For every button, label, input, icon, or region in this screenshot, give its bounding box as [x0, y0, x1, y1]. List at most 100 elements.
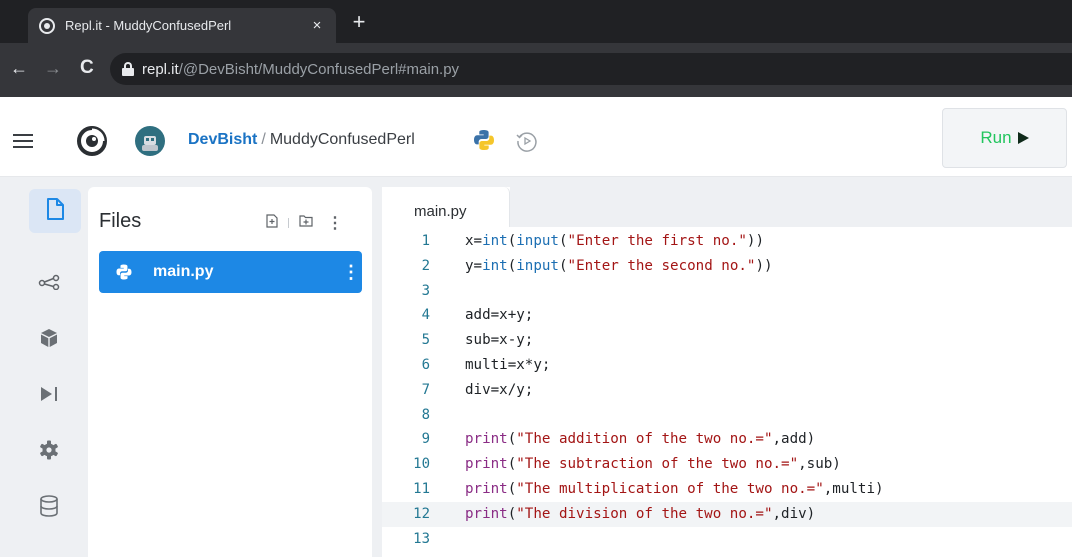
- replit-favicon-icon: [39, 17, 55, 34]
- code-line[interactable]: 8: [382, 403, 1072, 428]
- sidebar-rail: [0, 177, 88, 557]
- add-folder-icon[interactable]: [299, 214, 313, 232]
- code-token: )): [746, 233, 764, 249]
- code-token: multi=x*y;: [465, 356, 551, 373]
- browser-tab-title: Repl.it - MuddyConfusedPerl: [65, 18, 232, 33]
- url-host: repl.it: [142, 60, 179, 78]
- code-text: sub=x-y;: [465, 328, 533, 353]
- sidebar-item-database[interactable]: [29, 486, 69, 530]
- code-line[interactable]: 11 print("The multiplication of the two n…: [382, 477, 1072, 502]
- code-text: multi=x*y;: [465, 353, 550, 378]
- code-token: int: [482, 233, 508, 249]
- code-line[interactable]: 13: [382, 527, 1072, 552]
- breadcrumb-user-link[interactable]: DevBisht: [188, 131, 257, 148]
- actions-divider: [288, 218, 289, 228]
- line-number: 10: [413, 456, 430, 473]
- url-path: /@DevBisht/MuddyConfusedPerl#main.py: [178, 60, 460, 78]
- files-panel: Files ⋮ main.py ⋮: [88, 187, 372, 557]
- menu-icon[interactable]: [13, 134, 33, 148]
- code-token: "The division of the two no.=": [516, 505, 773, 522]
- packages-icon: [39, 328, 59, 353]
- address-bar[interactable]: repl.it/@DevBisht/MuddyConfusedPerl#main…: [110, 53, 1072, 85]
- line-number: 8: [421, 406, 430, 423]
- editor-tab-main-py[interactable]: main.py: [382, 187, 510, 227]
- python-language-icon: [472, 128, 496, 152]
- add-file-icon[interactable]: [266, 213, 278, 233]
- code-token: y=: [465, 257, 483, 274]
- code-token: (: [558, 233, 568, 249]
- code-text: print("The multiplication of the two no.…: [465, 477, 884, 502]
- line-number: 11: [413, 480, 430, 497]
- history-icon[interactable]: [515, 129, 539, 153]
- breadcrumb: DevBisht / MuddyConfusedPerl: [188, 131, 415, 149]
- database-icon: [39, 494, 59, 522]
- run-button-label: Run: [980, 128, 1012, 147]
- sidebar-item-settings[interactable]: [29, 430, 69, 474]
- code-token: (: [558, 257, 568, 274]
- code-line[interactable]: 10 print("The subtraction of the two no.=…: [382, 452, 1072, 477]
- code-line[interactable]: 3: [382, 279, 1072, 304]
- user-avatar[interactable]: [135, 126, 165, 156]
- code-token: (: [507, 480, 517, 497]
- sidebar-item-debugger[interactable]: [29, 374, 69, 418]
- run-button[interactable]: Run: [942, 108, 1067, 168]
- files-icon: [44, 197, 66, 226]
- python-file-icon: [115, 263, 133, 281]
- file-menu-icon[interactable]: ⋮: [340, 262, 362, 283]
- code-line[interactable]: 12 print("The division of the two no.=",d…: [382, 501, 1072, 527]
- line-number: 12: [413, 505, 430, 522]
- replit-logo-icon[interactable]: [76, 125, 108, 157]
- code-line[interactable]: 7 div=x/y;: [382, 378, 1072, 403]
- line-number: 6: [421, 356, 430, 373]
- code-token: ,div): [772, 505, 816, 522]
- editor-tab-label: main.py: [414, 203, 467, 220]
- code-token: input: [516, 257, 559, 274]
- debugger-icon: [39, 386, 59, 407]
- code-token: (: [507, 431, 517, 448]
- code-line[interactable]: 2 y=int(input("Enter the second no.")): [382, 254, 1072, 279]
- code-line[interactable]: 6 multi=x*y;: [382, 353, 1072, 378]
- back-arrow-icon[interactable]: ←: [10, 59, 28, 77]
- code-line[interactable]: 4 add=x+y;: [382, 303, 1072, 328]
- code-text: x=int(input("Enter the first no.")): [465, 229, 764, 254]
- workspace: Files ⋮ main.py ⋮ main.py 1 x=int(input(…: [0, 177, 1072, 557]
- code-line[interactable]: 1 x=int(input("Enter the first no.")): [382, 229, 1072, 254]
- code-text: print("The addition of the two no.=",add…: [465, 427, 815, 452]
- settings-icon: [39, 440, 59, 465]
- code-token: "The multiplication of the two no.=": [516, 480, 824, 497]
- code-token: "Enter the second no.": [567, 257, 756, 274]
- sidebar-item-files[interactable]: [29, 189, 81, 233]
- sidebar-item-packages[interactable]: [29, 318, 69, 362]
- file-item-main-py[interactable]: main.py ⋮: [99, 251, 362, 293]
- browser-tabstrip: Repl.it - MuddyConfusedPerl × +: [0, 0, 1072, 43]
- repl-header: DevBisht / MuddyConfusedPerl Run: [0, 97, 1072, 177]
- code-text: print("The division of the two no.=",div…: [465, 502, 815, 527]
- code-token: input: [516, 233, 559, 249]
- code-text: y=int(input("Enter the second no.")): [465, 254, 773, 279]
- line-number: 3: [421, 282, 430, 299]
- files-menu-icon[interactable]: ⋮: [327, 213, 343, 233]
- code-token: "Enter the first no.": [567, 233, 747, 249]
- code-token: print: [465, 480, 508, 497]
- files-panel-title: Files: [99, 210, 142, 232]
- close-tab-icon[interactable]: ×: [304, 17, 330, 34]
- lock-icon[interactable]: [122, 62, 134, 76]
- files-actions: ⋮: [266, 213, 343, 233]
- new-tab-icon[interactable]: +: [348, 11, 370, 33]
- repl-name[interactable]: MuddyConfusedPerl: [270, 131, 415, 148]
- code-token: sub=x-y;: [465, 332, 534, 349]
- forward-arrow-icon[interactable]: →: [44, 59, 62, 77]
- code-token: ,sub): [798, 456, 841, 473]
- code-token: ,multi): [823, 480, 884, 497]
- code-text: print("The subtraction of the two no.=",…: [465, 452, 841, 477]
- reload-icon[interactable]: C: [80, 58, 94, 77]
- breadcrumb-separator: /: [261, 131, 266, 148]
- browser-tab[interactable]: Repl.it - MuddyConfusedPerl ×: [28, 8, 336, 43]
- code-editor[interactable]: 1 x=int(input("Enter the first no.")) 2 y=i…: [382, 229, 1072, 551]
- code-token: print: [465, 456, 508, 473]
- code-line[interactable]: 5 sub=x-y;: [382, 328, 1072, 353]
- sidebar-item-share[interactable]: [29, 262, 69, 306]
- code-line[interactable]: 9 print("The addition of the two no.=",ad…: [382, 427, 1072, 452]
- code-token: (: [507, 233, 517, 249]
- line-number: 13: [413, 530, 430, 547]
